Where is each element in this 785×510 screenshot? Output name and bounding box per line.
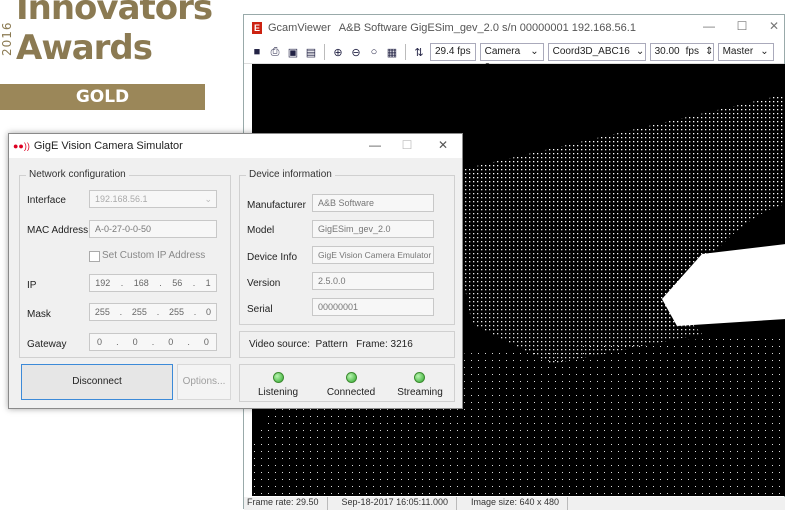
- gateway-field[interactable]: 0. 0. 0. 0: [89, 333, 217, 351]
- gcam-statusbar: Frame rate: 29.50 Sep-18-2017 16:05:11.0…: [244, 497, 785, 510]
- close-icon[interactable]: ✕: [435, 138, 451, 152]
- options-button: Options...: [177, 364, 231, 400]
- simulator-logo-icon: ●●)): [13, 141, 30, 151]
- custom-ip-checkbox[interactable]: [89, 251, 100, 262]
- save-icon[interactable]: ▣: [286, 45, 300, 59]
- status-frame-rate: Frame rate: 29.50: [247, 497, 328, 510]
- mask-octet: 255: [131, 307, 147, 317]
- model-field: GigESim_gev_2.0: [312, 220, 434, 238]
- custom-ip-label: Set Custom IP Address: [102, 250, 206, 261]
- fps-readout: 29.4 fps: [430, 43, 476, 61]
- network-config-legend: Network configuration: [26, 169, 129, 180]
- interface-select[interactable]: 192.168.56.1 ⌄: [89, 190, 217, 208]
- simulator-titlebar: ●●)) GigE Vision Camera Simulator — ☐ ✕: [9, 134, 462, 158]
- mode-select-value: Master: [722, 46, 754, 57]
- mask-octet: 0: [206, 307, 212, 317]
- disconnect-button[interactable]: Disconnect: [21, 364, 173, 400]
- mode-select[interactable]: Master ⌄: [717, 43, 774, 61]
- connected-led-icon: [346, 372, 357, 383]
- version-field: 2.5.0.0: [312, 272, 434, 290]
- pixel-format-value: Coord3D_ABC16: [552, 46, 630, 57]
- gcam-toolbar: ■ ⎙ ▣ ▤ ⊕ ⊖ ○ ▦ ⇅ 29.4 fps Camera 0 ⌄ Co…: [244, 41, 784, 73]
- mac-address-label: MAC Address: [27, 225, 89, 236]
- maximize-icon[interactable]: ☐: [732, 19, 752, 33]
- listening-led-icon: [273, 372, 284, 383]
- device-info-field: GigE Vision Camera Emulator: [312, 246, 434, 264]
- camera-icon[interactable]: ■: [250, 45, 264, 59]
- chevron-down-icon: ⌄: [204, 194, 212, 204]
- chevron-down-icon: ⌄: [530, 46, 539, 57]
- gateway-octet: 0: [168, 337, 174, 347]
- maximize-icon: ☐: [401, 138, 413, 152]
- ip-label: IP: [27, 280, 37, 291]
- camera-select-value: Camera 0: [484, 46, 521, 73]
- camera-select[interactable]: Camera 0 ⌄: [479, 43, 544, 73]
- listening-label: Listening: [257, 387, 299, 398]
- version-label: Version: [247, 278, 281, 289]
- spin-arrows-icon: ⇕: [704, 46, 714, 57]
- gcam-titlebar: E GcamViewer A&B Software GigESim_gev_2.…: [244, 15, 784, 41]
- status-image-size: Image size: 640 x 480: [471, 497, 569, 510]
- chevron-down-icon: ⌄: [635, 46, 645, 57]
- minimize-icon[interactable]: —: [699, 19, 719, 33]
- model-label: Model: [247, 225, 275, 236]
- mac-address-field[interactable]: A-0-27-0-0-50: [89, 220, 217, 238]
- award-year: 2016: [0, 21, 14, 57]
- award-title-line1: Innovators: [16, 0, 213, 28]
- gateway-octet: 0: [132, 337, 138, 347]
- mask-field[interactable]: 255. 255. 255. 0: [89, 303, 217, 321]
- streaming-label: Streaming: [397, 387, 443, 398]
- device-info-label: Device Info: [247, 252, 298, 263]
- display-icon[interactable]: ▦: [385, 45, 399, 59]
- pixel-format-select[interactable]: Coord3D_ABC16 ⌄: [547, 43, 646, 61]
- ip-field[interactable]: 192. 168. 56. 1: [89, 274, 217, 292]
- mask-label: Mask: [27, 309, 51, 320]
- manufacturer-label: Manufacturer: [247, 200, 306, 211]
- fps-stepper-unit: fps: [685, 46, 699, 57]
- connected-label: Connected: [326, 387, 376, 398]
- gcam-app-icon: E: [252, 22, 262, 34]
- gateway-octet: 0: [97, 337, 103, 347]
- award-badge: 2016 Innovators Awards GOLD: [0, 0, 213, 112]
- ip-octet: 1: [205, 278, 211, 288]
- gateway-octet: 0: [203, 337, 209, 347]
- simulator-window: ●●)) GigE Vision Camera Simulator — ☐ ✕ …: [8, 133, 463, 409]
- serial-field: 00000001: [312, 298, 434, 316]
- interface-value: 192.168.56.1: [95, 194, 148, 204]
- toolbar-divider: [405, 44, 406, 60]
- zoom-fit-icon[interactable]: ○: [367, 45, 381, 59]
- fps-stepper-value: 30.00: [654, 46, 680, 57]
- streaming-led-icon: [414, 372, 425, 383]
- toolbar-divider: [324, 44, 325, 60]
- mask-octet: 255: [168, 307, 184, 317]
- fps-stepper[interactable]: 30.00 fps ⇕: [649, 43, 714, 61]
- chevron-down-icon: ⌄: [760, 46, 769, 57]
- close-icon[interactable]: ✕: [764, 19, 784, 33]
- award-gold-banner: GOLD: [0, 84, 205, 110]
- award-title-line2: Awards: [16, 28, 153, 68]
- gcam-title-detail: A&B Software GigESim_gev_2.0 s/n 0000000…: [338, 22, 636, 34]
- adjust-icon[interactable]: ⇅: [412, 45, 426, 59]
- ip-octet: 56: [172, 278, 183, 288]
- minimize-icon[interactable]: —: [367, 138, 383, 152]
- interface-label: Interface: [27, 195, 66, 206]
- manufacturer-field: A&B Software: [312, 194, 434, 212]
- serial-label: Serial: [247, 304, 273, 315]
- print-icon[interactable]: ⎙: [268, 45, 282, 59]
- device-info-legend: Device information: [246, 169, 335, 180]
- ip-octet: 192: [95, 278, 111, 288]
- status-timestamp: Sep-18-2017 16:05:11.000: [342, 497, 457, 510]
- ip-octet: 168: [133, 278, 149, 288]
- zoom-out-icon[interactable]: ⊖: [349, 45, 363, 59]
- video-source-text: Video source: Pattern Frame: 3216: [249, 339, 413, 350]
- zoom-in-icon[interactable]: ⊕: [331, 45, 345, 59]
- gateway-label: Gateway: [27, 339, 67, 350]
- gcam-app-name: GcamViewer: [268, 22, 331, 34]
- open-folder-icon[interactable]: ▤: [304, 45, 318, 59]
- mask-octet: 255: [94, 307, 110, 317]
- simulator-title: GigE Vision Camera Simulator: [33, 140, 183, 152]
